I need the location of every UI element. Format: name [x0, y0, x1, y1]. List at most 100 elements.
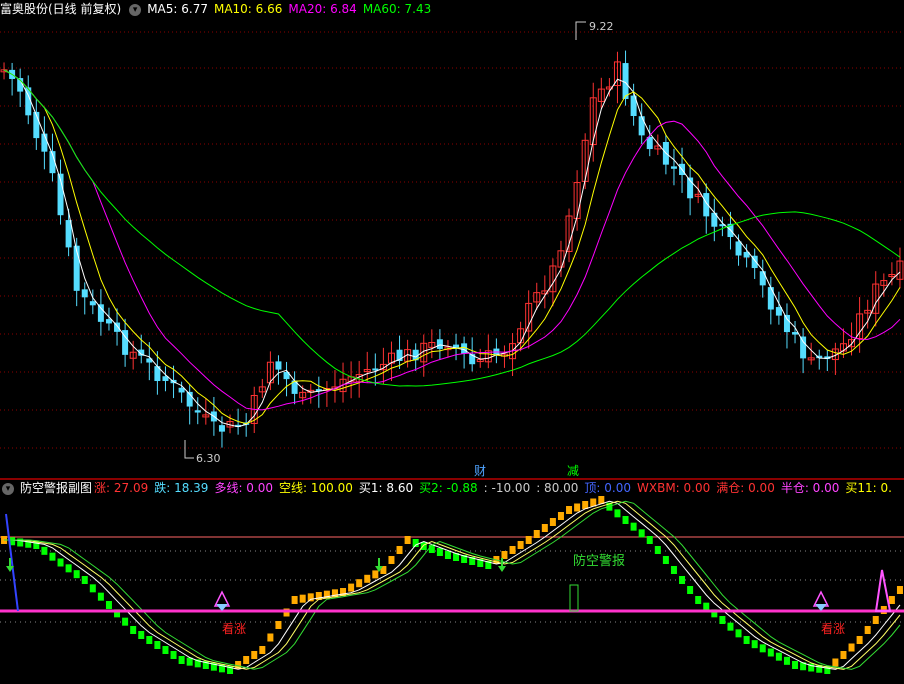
sub-signal-block: [81, 576, 88, 584]
candle-body-down: [97, 304, 104, 322]
sub-signal-block: [243, 656, 250, 664]
sub-signal-block: [388, 556, 395, 564]
sub-signal-block: [646, 536, 653, 544]
signal-label-bullish-2: 看涨: [821, 622, 846, 636]
sub-signal-block: [759, 644, 766, 653]
bull-triangle-icon: [812, 590, 830, 607]
sub-signal-block: [275, 621, 282, 629]
sub-signal-block: [679, 576, 686, 584]
sub-signal-block: [662, 556, 669, 564]
sub-signal-block: [687, 586, 694, 594]
sub-signal-block: [751, 640, 758, 649]
high-marker-line: [575, 21, 586, 40]
sub-signal-block: [372, 570, 379, 579]
sub-panel-header: ▾ 防空警报副图 涨: 27.09 跌: 18.39 多线: 0.00 空线: 100.0…: [0, 479, 904, 497]
sub-signal-block: [404, 536, 411, 544]
bull-triangle-icon: [213, 590, 231, 607]
air-raid-bar: [569, 584, 579, 612]
sub-panel-title: 防空警报副图: [20, 481, 93, 495]
sub-indicator-1: 跌: 18.39: [154, 481, 209, 495]
sub-signal-block: [364, 574, 371, 583]
sub-signal-block: [557, 512, 564, 520]
candle-body-down: [218, 425, 225, 432]
sub-signal-block: [566, 506, 573, 514]
candle-body-down: [800, 336, 807, 359]
sub-signal-block: [162, 646, 169, 654]
ma-indicators: MA5: 6.77 MA10: 6.66 MA20: 6.84 MA60: 7.43: [147, 2, 437, 16]
sub-indicator-10: 满仓: 0.00: [716, 481, 775, 495]
sub-indicator-12: 买11: 0.: [845, 481, 892, 495]
sub-signal-block: [872, 616, 879, 624]
sub-indicator-8: 顶: 0.00: [584, 481, 631, 495]
sub-signal-block: [638, 529, 645, 538]
sub-indicator-5: 买2: -0.88: [419, 481, 478, 495]
ma-indicator-2: MA20: 6.84: [288, 2, 357, 16]
sub-signal-block: [549, 518, 556, 526]
sub-signal-block: [97, 592, 104, 601]
sub-indicator-4: 买1: 8.60: [358, 481, 414, 495]
event-label-finance[interactable]: 财: [474, 462, 486, 479]
sub-signal-block: [832, 658, 839, 667]
sub-signal-block: [444, 551, 451, 559]
ma-indicator-0: MA5: 6.77: [147, 2, 208, 16]
sub-signal-block: [525, 536, 532, 544]
sub-signal-block: [146, 636, 153, 644]
chart-canvas[interactable]: [0, 0, 904, 684]
sub-signal-block: [533, 530, 540, 538]
ma60-line: [3, 69, 901, 387]
candle-body-down: [81, 289, 88, 298]
candle-body-down: [638, 116, 645, 136]
sub-signal-block: [630, 522, 637, 531]
sub-signal-block: [154, 641, 161, 649]
sub-signal-block: [396, 546, 403, 554]
sub-signal-block: [574, 503, 581, 512]
sub-indicators: 涨: 27.09 跌: 18.39 多线: 0.00 空线: 100.00 买1: 8.…: [94, 481, 898, 495]
sub-signal-block: [856, 636, 863, 644]
candle-body-down: [89, 301, 96, 306]
sub-signal-block: [614, 509, 621, 518]
sub-signal-block: [73, 570, 80, 579]
candle-body-down: [436, 339, 443, 349]
edge-triangle-icon: [874, 569, 892, 612]
sub-signal-block: [783, 656, 790, 665]
sub-signal-block: [299, 594, 306, 603]
candle-body-down: [194, 410, 201, 413]
sub-signal-block: [291, 596, 298, 604]
low-marker-line: [184, 440, 194, 459]
sub-signal-block: [727, 622, 734, 631]
sub-signal-block: [509, 546, 516, 554]
sub-signal-block: [348, 583, 355, 592]
sub-signal-block: [307, 593, 314, 602]
sub-indicator-3: 空线: 100.00: [279, 481, 353, 495]
collapse-toggle-icon[interactable]: ▾: [129, 3, 142, 16]
sub-signal-block: [41, 546, 48, 555]
sub-signal-block: [178, 656, 185, 664]
sub-signal-block: [501, 551, 508, 559]
sub-signal-block: [49, 552, 56, 561]
stock-chart-window: 富奥股份(日线 前复权) ▾ MA5: 6.77 MA10: 6.66 MA20: 6.…: [0, 0, 904, 684]
candle-body-down: [783, 314, 790, 333]
sub-indicator-0: 涨: 27.09: [94, 481, 149, 495]
sub-signal-block: [251, 651, 258, 659]
candle-body-down: [622, 63, 629, 99]
ma10-line: [3, 69, 901, 425]
event-label-reduce[interactable]: 减: [567, 462, 579, 479]
sub-signal-block: [89, 584, 96, 593]
sub-signal-block: [138, 631, 145, 639]
main-panel-header: 富奥股份(日线 前复权) ▾ MA5: 6.77 MA10: 6.66 MA20: 6.…: [0, 0, 904, 18]
sub-signal-block: [848, 643, 855, 652]
candle-body-down: [275, 361, 282, 370]
sub-signal-block: [420, 542, 427, 550]
low-price-marker: 6.30: [196, 452, 221, 465]
sub-signal-block: [695, 596, 702, 604]
sub-yellow-line: [4, 500, 901, 670]
sub-signal-block: [267, 633, 274, 642]
sub-signal-block: [792, 661, 799, 669]
sub-collapse-toggle-icon[interactable]: ▾: [2, 482, 14, 495]
sub-signal-block: [743, 636, 750, 644]
sub-green-line: [4, 500, 901, 670]
down-arrow-icon: [498, 566, 506, 572]
signal-label-bullish-1: 看涨: [222, 622, 247, 636]
candle-body-down: [41, 133, 48, 152]
candle-body-down: [792, 332, 799, 335]
